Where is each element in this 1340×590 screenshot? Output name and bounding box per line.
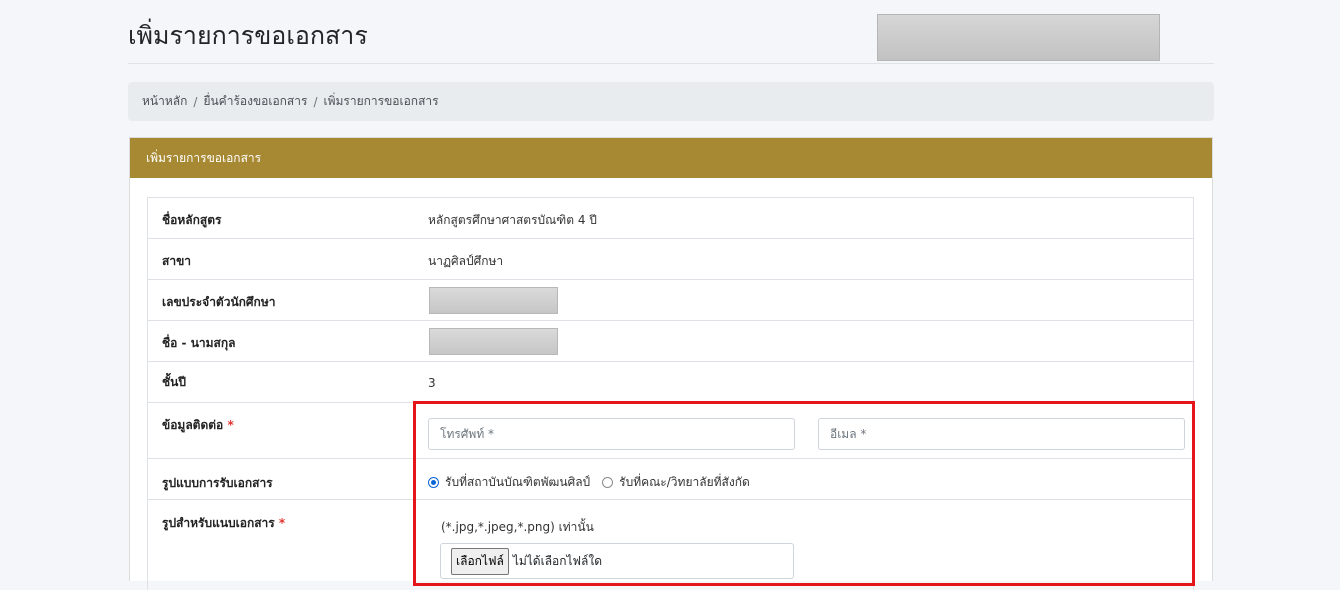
redacted-name (429, 328, 558, 355)
row-delivery: รูปแบบการรับเอกสาร รับที่สถาบันบัณฑิตพัฒ… (148, 459, 1193, 500)
row-photo: รูปสำหรับแนบเอกสาร * (*.jpg,*.jpeg,*.png… (148, 500, 1193, 590)
row-program: ชื่อหลักสูตร หลักสูตรศึกษาศาสตรบัณฑิต 4 … (148, 198, 1193, 239)
row-student-id: เลขประจำตัวนักศึกษา (148, 280, 1193, 321)
row-name: ชื่อ - นามสกุล (148, 321, 1193, 362)
info-table: ชื่อหลักสูตร หลักสูตรศึกษาศาสตรบัณฑิต 4 … (147, 197, 1194, 590)
file-upload-input[interactable]: เลือกไฟล์ ไม่ได้เลือกไฟล์ใด (440, 543, 794, 579)
student-id-label: เลขประจำตัวนักศึกษา (162, 295, 276, 309)
delivery-label: รูปแบบการรับเอกสาร (162, 476, 273, 490)
contact-label: ข้อมูลติดต่อ * (162, 416, 234, 435)
radio-faculty[interactable] (602, 477, 614, 488)
major-value: นาฏศิลป์ศึกษา (428, 254, 504, 268)
phone-input[interactable]: โทรศัพท์ * (428, 418, 795, 450)
year-value: 3 (428, 376, 436, 390)
breadcrumb: หน้าหลัก / ยื่นคำร้องขอเอกสาร / เพิ่มราย… (128, 82, 1214, 121)
choose-file-button[interactable]: เลือกไฟล์ (451, 547, 509, 575)
contact-label-text: ข้อมูลติดต่อ (162, 418, 224, 432)
file-status: ไม่ได้เลือกไฟล์ใด (512, 553, 603, 568)
program-value: หลักสูตรศึกษาศาสตรบัณฑิต 4 ปี (428, 213, 597, 227)
breadcrumb-separator: / (193, 94, 198, 109)
radio-institute[interactable] (428, 477, 439, 488)
program-label: ชื่อหลักสูตร (162, 213, 222, 227)
breadcrumb-request[interactable]: ยื่นคำร้องขอเอกสาร (203, 92, 307, 111)
breadcrumb-home[interactable]: หน้าหลัก (142, 92, 187, 111)
title-divider (128, 63, 1214, 64)
row-contact: ข้อมูลติดต่อ * โทรศัพท์ * อีเมล * (148, 403, 1193, 459)
delivery-radio-group: รับที่สถาบันบัณฑิตพัฒนศิลป์ รับที่คณะ/วิ… (428, 473, 750, 492)
document-request-card: เพิ่มรายการขอเอกสาร ชื่อหลักสูตร หลักสูต… (129, 137, 1213, 590)
redacted-user-area (877, 14, 1160, 61)
name-label: ชื่อ - นามสกุล (162, 336, 236, 350)
row-year: ชั้นปี 3 (148, 362, 1193, 403)
radio-institute-label[interactable]: รับที่สถาบันบัณฑิตพัฒนศิลป์ (445, 473, 590, 492)
photo-label-text: รูปสำหรับแนบเอกสาร (162, 516, 275, 530)
row-major: สาขา นาฏศิลป์ศึกษา (148, 239, 1193, 280)
page-title: เพิ่มรายการขอเอกสาร (128, 21, 368, 50)
radio-faculty-label[interactable]: รับที่คณะ/วิทยาลัยที่สังกัด (619, 473, 750, 492)
redacted-student-id (429, 287, 558, 314)
email-input[interactable]: อีเมล * (818, 418, 1185, 450)
card-header: เพิ่มรายการขอเอกสาร (130, 138, 1212, 178)
breadcrumb-separator: / (313, 94, 318, 109)
year-label: ชั้นปี (162, 375, 186, 389)
major-label: สาขา (162, 254, 192, 268)
breadcrumb-current: เพิ่มรายการขอเอกสาร (323, 94, 439, 108)
required-mark: * (278, 516, 286, 530)
photo-label: รูปสำหรับแนบเอกสาร * (162, 514, 285, 533)
required-mark: * (227, 418, 234, 432)
file-type-hint: (*.jpg,*.jpeg,*.png) เท่านั้น (441, 520, 594, 534)
